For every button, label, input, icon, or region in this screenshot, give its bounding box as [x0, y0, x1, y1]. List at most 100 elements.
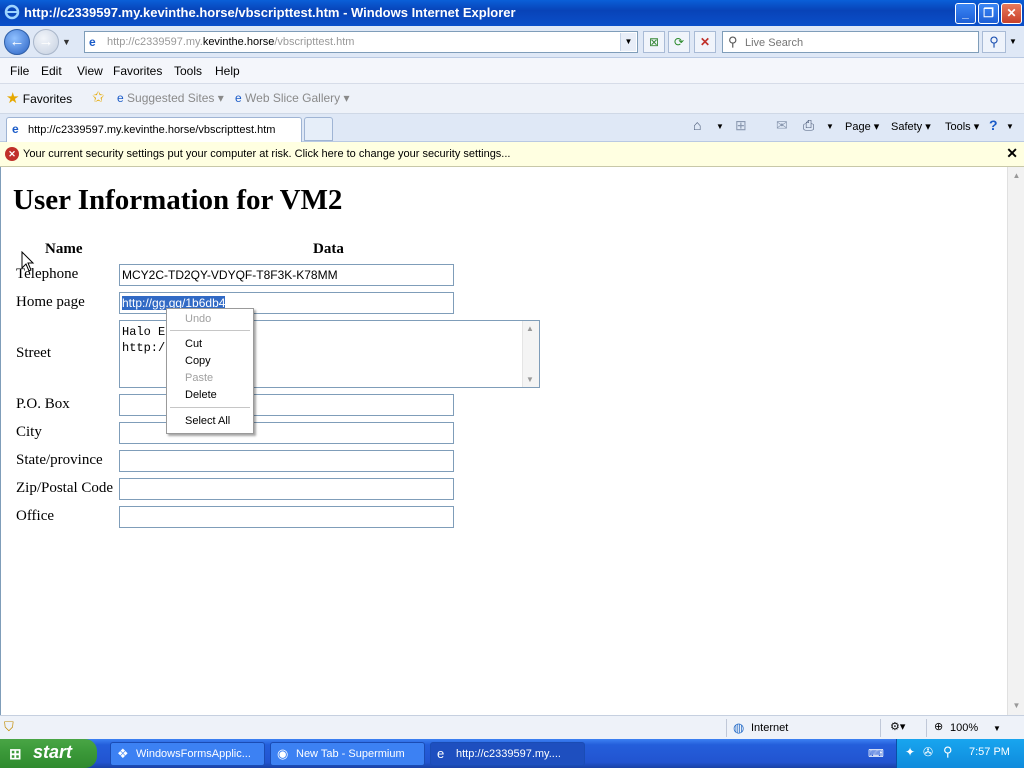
menu-view[interactable]: View [77, 64, 103, 78]
web-slice-gallery-link[interactable]: e Web Slice Gallery ▾ [235, 91, 350, 105]
restore-button[interactable]: ❐ [978, 3, 999, 24]
search-icon: ⚲ [989, 34, 999, 49]
search-options-dropdown-icon[interactable]: ▼ [1007, 31, 1019, 53]
page-scroll-down-icon[interactable]: ▼ [1010, 699, 1023, 713]
status-bar: ⛉ ◍ Internet ⚙▾ ⊕ 100% ▼ [0, 715, 1024, 739]
address-toolbar: ← → ▼ e http://c2339597.my.kevinthe.hors… [0, 26, 1024, 58]
address-url[interactable]: http://c2339597.my.kevinthe.horse/vbscri… [107, 36, 354, 48]
windows-flag-icon: ⊞ [9, 746, 22, 763]
context-menu: Undo Cut Copy Paste Delete Select All [166, 308, 254, 434]
tab-label: http://c2339597.my.kevinthe.horse/vbscri… [28, 124, 276, 136]
protected-mode-icon[interactable]: ⚙▾ [890, 720, 905, 733]
search-input[interactable] [745, 35, 970, 50]
page-menu[interactable]: Page ▾ [845, 120, 879, 133]
help-dropdown-icon[interactable]: ▼ [1006, 122, 1014, 131]
security-message[interactable]: Your current security settings put your … [23, 148, 510, 160]
menu-paste: Paste [185, 372, 214, 384]
internet-zone-icon: ◍ [733, 720, 745, 735]
taskbar-item-ie[interactable]: e http://c2339597.my.... [430, 742, 585, 766]
minimize-button[interactable]: _ [955, 3, 976, 24]
pobox-label: P.O. Box [16, 396, 70, 412]
home-dropdown-icon[interactable]: ▼ [716, 122, 724, 131]
menu-bar: File Edit View Favorites Tools Help [0, 58, 1024, 84]
zoom-level[interactable]: 100% [950, 722, 978, 734]
suggested-sites-link[interactable]: e Suggested Sites ▾ [117, 91, 224, 105]
menu-copy[interactable]: Copy [185, 355, 211, 367]
menu-delete[interactable]: Delete [185, 389, 217, 401]
search-go-button[interactable]: ⚲ [982, 31, 1006, 53]
taskbar-item-supermium[interactable]: ◉ New Tab - Supermium [270, 742, 425, 766]
tab-page-icon: e [12, 122, 19, 136]
search-box[interactable]: ⚲ [722, 31, 979, 53]
mouse-pointer-icon [21, 251, 35, 272]
new-tab-button[interactable] [304, 117, 333, 141]
add-favorite-icon: ✩ [92, 89, 105, 106]
state-field[interactable] [119, 450, 454, 472]
print-icon[interactable]: ⎙ [803, 117, 814, 134]
history-dropdown-icon[interactable]: ▼ [62, 37, 71, 47]
start-button[interactable]: ⊞ start [0, 739, 97, 768]
page-scrollbar[interactable]: ▲ ▼ [1007, 167, 1024, 715]
tab-row: e http://c2339597.my.kevinthe.horse/vbsc… [0, 114, 1024, 142]
live-search-icon: ⚲ [728, 34, 738, 49]
address-bar[interactable]: e http://c2339597.my.kevinthe.horse/vbsc… [84, 31, 638, 53]
street-label: Street [16, 345, 51, 361]
security-warning-icon: ✕ [5, 147, 19, 161]
winforms-app-icon: ❖ [117, 746, 129, 761]
menu-help[interactable]: Help [215, 64, 240, 78]
clock[interactable]: 7:57 PM [969, 746, 1010, 758]
address-dropdown-icon[interactable]: ▼ [620, 33, 636, 51]
favorites-star-icon: ★ [6, 90, 20, 107]
refresh-icon: ⟳ [673, 35, 685, 49]
close-infobar-icon[interactable]: ✕ [1006, 145, 1018, 162]
page-scroll-up-icon[interactable]: ▲ [1010, 169, 1023, 183]
column-header-name: Name [45, 241, 83, 257]
security-zone-label[interactable]: Internet [751, 722, 788, 734]
menu-separator [170, 330, 250, 331]
safety-menu[interactable]: Safety ▾ [891, 120, 931, 133]
scroll-down-icon[interactable]: ▼ [526, 375, 534, 384]
page-content: User Information for VM2 Name Data Telep… [0, 167, 1007, 715]
menu-tools[interactable]: Tools [174, 64, 202, 78]
menu-favorites[interactable]: Favorites [113, 64, 162, 78]
textarea-scrollbar[interactable]: ▲ ▼ [522, 321, 539, 387]
refresh-button[interactable]: ⟳ [668, 31, 690, 53]
security-info-bar[interactable]: ✕ Your current security settings put you… [0, 142, 1024, 167]
suggested-sites-icon: e [117, 91, 124, 105]
home-icon[interactable]: ⌂ [693, 117, 701, 133]
status-divider [880, 719, 881, 737]
menu-file[interactable]: File [10, 64, 29, 78]
menu-cut[interactable]: Cut [185, 338, 202, 350]
print-dropdown-icon[interactable]: ▼ [826, 122, 834, 131]
tab-active[interactable]: e http://c2339597.my.kevinthe.horse/vbsc… [6, 117, 302, 142]
taskbar-item-winforms[interactable]: ❖ WindowsFormsApplic... [110, 742, 265, 766]
zoom-icon: ⊕ [934, 721, 944, 733]
compatibility-view-button[interactable]: ⊠ [643, 31, 665, 53]
tray-search-icon[interactable]: ⚲ [943, 744, 953, 760]
menu-select-all[interactable]: Select All [185, 415, 230, 427]
title-bar: http://c2339597.my.kevinthe.horse/vbscri… [0, 0, 1024, 26]
stop-button[interactable]: ✕ [694, 31, 716, 53]
tray-network-icon[interactable]: ✇ [923, 745, 933, 759]
scroll-up-icon[interactable]: ▲ [526, 324, 534, 333]
read-mail-icon[interactable]: ✉ [776, 117, 788, 134]
back-arrow-icon: ← [9, 33, 25, 50]
keyboard-icon[interactable]: ⌨ [868, 747, 884, 760]
feeds-icon[interactable]: ⊞ [735, 117, 747, 134]
back-button[interactable]: ← [4, 29, 30, 55]
tools-menu[interactable]: Tools ▾ [945, 120, 979, 133]
forward-button[interactable]: → [33, 29, 59, 55]
ie-taskbar-icon: e [437, 746, 445, 761]
favorites-button[interactable]: ★ Favorites [6, 89, 72, 107]
zip-field[interactable] [119, 478, 454, 500]
help-icon[interactable]: ? [989, 117, 998, 133]
add-favorite-button[interactable]: ✩ [92, 88, 105, 106]
menu-edit[interactable]: Edit [41, 64, 62, 78]
homepage-label: Home page [16, 294, 85, 310]
telephone-field[interactable]: MCY2C-TD2QY-VDYQF-T8F3K-K78MM [119, 264, 454, 286]
page-heading: User Information for VM2 [13, 184, 343, 216]
zoom-dropdown-icon[interactable]: ▼ [993, 724, 1001, 733]
tray-app-icon[interactable]: ✦ [905, 745, 915, 759]
office-field[interactable] [119, 506, 454, 528]
close-button[interactable]: ✕ [1001, 3, 1022, 24]
